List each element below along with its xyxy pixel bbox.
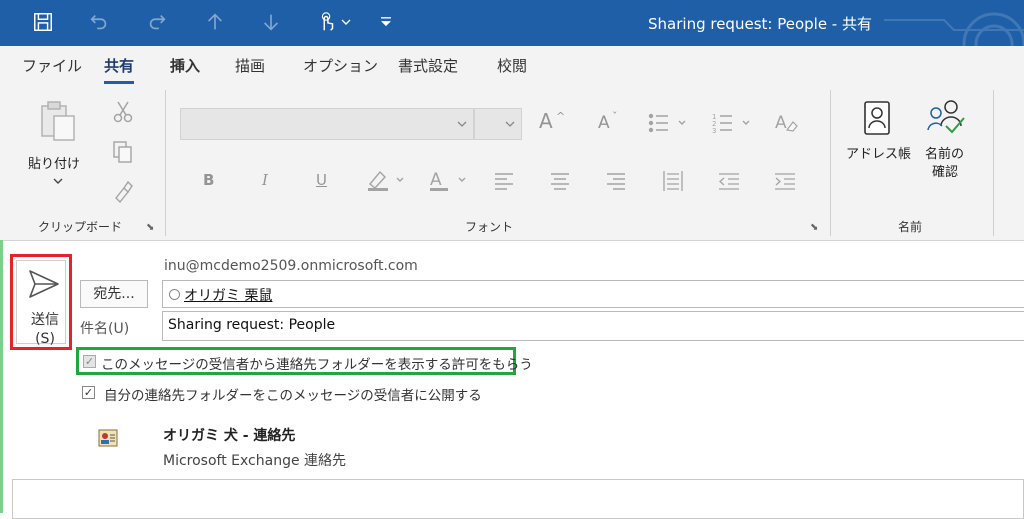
contact-card-icon[interactable] [96,426,120,450]
check-names-label-1[interactable]: 名前の [925,146,964,164]
font-size-combobox[interactable] [474,108,522,140]
tab-draw[interactable]: 描画 [235,55,265,76]
tab-file[interactable]: ファイル [22,55,82,76]
tab-insert[interactable]: 挿入 [170,55,200,76]
window-title: Sharing request: People - 共有 [648,15,872,33]
request-permission-option[interactable]: ✓ このメッセージの受信者から連絡先フォルダーを表示する許可をもらう [76,347,533,375]
svg-text:3: 3 [712,127,716,134]
shrink-font-icon[interactable]: A [598,114,610,132]
group-separator [830,90,831,236]
group-separator [165,90,166,236]
attachment-subtitle: Microsoft Exchange 連絡先 [163,453,347,469]
underline-button[interactable]: U [316,171,327,189]
clear-formatting-icon[interactable]: A [774,110,798,134]
paste-chevron-down-icon[interactable] [52,176,64,186]
send-icon [29,270,59,298]
ribbon-tabs: ファイル 共有 挿入 描画 オプション 書式設定 校閲 [0,46,1024,84]
group-separator [993,90,994,236]
cut-icon[interactable] [112,100,134,124]
italic-button[interactable]: I [262,171,268,189]
send-label: 送信 (S) [17,311,73,349]
presence-icon [169,289,180,300]
align-center-icon[interactable] [550,172,570,190]
grow-font-icon[interactable]: A [539,111,553,131]
send-label-shortcut: (S) [35,331,55,347]
arrow-down-icon[interactable] [258,9,284,35]
paste-icon[interactable] [38,100,78,142]
address-book-label[interactable]: アドレス帳 [846,146,911,164]
grow-font-caret: ^ [556,110,566,123]
message-body[interactable] [12,479,1024,519]
request-permission-checkbox[interactable]: ✓ [83,355,96,368]
tab-share[interactable]: 共有 [104,55,135,84]
font-group-label: フォント [465,220,514,234]
ribbon: 貼り付け クリップボード ⬊ A ^ A ˇ 123 A B I U A フォン… [0,84,1024,241]
copy-icon[interactable] [112,140,134,164]
check-names-icon[interactable] [926,98,966,136]
clipboard-group-label: クリップボード [38,220,123,234]
tab-review[interactable]: 校閲 [497,55,527,76]
request-permission-label: このメッセージの受信者から連絡先フォルダーを表示する許可をもらう [101,357,533,373]
decrease-indent-icon[interactable] [718,172,740,190]
send-label-main: 送信 [31,312,59,328]
from-address: inu@mcdemo2509.onmicrosoft.com [164,258,418,274]
arrow-up-icon[interactable] [202,9,228,35]
numbering-icon[interactable]: 123 [712,112,752,134]
font-name-combobox[interactable] [180,108,474,140]
align-left-icon[interactable] [494,172,514,190]
address-book-icon[interactable] [862,100,892,136]
subject-label: 件名(U) [80,321,130,337]
paste-label[interactable]: 貼り付け [28,156,80,174]
highlight-icon[interactable] [366,168,408,192]
share-folder-checkbox[interactable]: ✓ [82,386,95,399]
justify-icon[interactable] [662,170,684,192]
subject-field[interactable]: Sharing request: People [162,311,1024,341]
font-launcher-icon[interactable]: ⬊ [810,222,818,233]
check-names-label-2[interactable]: 確認 [932,164,958,182]
attachment-name[interactable]: オリガミ 犬 - 連絡先 [163,425,295,445]
recipient-name[interactable]: オリガミ 栗鼠 [184,285,272,305]
touch-mode-icon[interactable] [314,9,340,35]
save-icon[interactable] [30,9,56,35]
share-folder-label: 自分の連絡先フォルダーをこのメッセージの受信者に公開する [104,388,482,404]
subject-value: Sharing request: People [168,317,336,333]
send-button-inner: 送信 (S) [16,260,66,347]
shrink-font-caret: ˇ [612,110,618,123]
tab-options[interactable]: オプション [303,55,378,76]
chevron-down-icon[interactable] [338,9,354,35]
to-button[interactable]: 宛先... [80,280,148,308]
bullets-icon[interactable] [648,112,688,134]
decorative-pattern-icon [884,12,1024,46]
window-edge [0,240,3,513]
font-name-chevron-down-icon[interactable] [457,120,467,128]
send-button[interactable]: 送信 (S) [10,254,72,350]
tab-format-text[interactable]: 書式設定 [398,55,458,76]
format-painter-icon[interactable] [112,180,134,204]
clipboard-launcher-icon[interactable]: ⬊ [146,222,154,233]
align-right-icon[interactable] [606,172,626,190]
svg-text:A: A [775,113,787,133]
increase-indent-icon[interactable] [774,172,796,190]
font-color-icon[interactable]: A [428,168,470,192]
to-field[interactable]: オリガミ 栗鼠 [162,280,1024,308]
redo-icon[interactable] [144,9,170,35]
bold-button[interactable]: B [203,171,214,189]
customize-toolbar-icon[interactable] [376,9,396,35]
names-group-label: 名前 [898,220,923,234]
svg-text:A: A [430,170,442,190]
font-size-chevron-down-icon[interactable] [505,120,515,128]
title-bar: Sharing request: People - 共有 [0,0,1024,46]
undo-icon[interactable] [86,9,112,35]
